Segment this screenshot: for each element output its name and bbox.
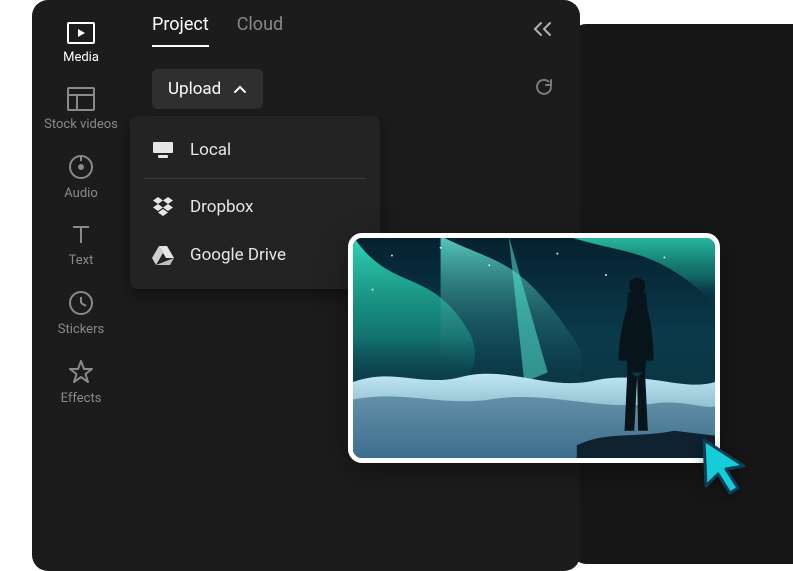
- chevron-up-icon: [233, 84, 247, 94]
- sidebar-item-label: Text: [69, 253, 94, 268]
- media-thumbnail[interactable]: [348, 233, 720, 463]
- upload-option-label: Dropbox: [190, 197, 254, 217]
- sidebar-item-label: Media: [63, 50, 99, 65]
- clock-icon: [68, 290, 94, 316]
- layout-icon: [67, 87, 95, 111]
- sidebar: Media Stock videos: [32, 0, 130, 571]
- collapse-panel-button[interactable]: [528, 16, 558, 46]
- star-icon: [68, 359, 94, 385]
- sidebar-item-label: Audio: [64, 186, 97, 201]
- refresh-icon: [534, 77, 554, 97]
- tab-cloud[interactable]: Cloud: [237, 14, 283, 47]
- monitor-icon: [152, 141, 174, 159]
- tab-project[interactable]: Project: [152, 14, 209, 47]
- upload-option-label: Local: [190, 140, 231, 160]
- cursor-pointer-icon: [698, 436, 752, 496]
- upload-option-dropbox[interactable]: Dropbox: [130, 183, 380, 231]
- upload-button[interactable]: Upload: [152, 69, 263, 109]
- google-drive-icon: [152, 245, 174, 265]
- sidebar-item-label: Stickers: [58, 322, 104, 337]
- tabs: Project Cloud: [152, 14, 283, 47]
- sidebar-item-stickers[interactable]: Stickers: [58, 290, 104, 337]
- text-icon: [69, 223, 93, 247]
- sidebar-item-stock-videos[interactable]: Stock videos: [44, 87, 118, 132]
- sidebar-item-media[interactable]: Media: [63, 22, 99, 65]
- dropbox-icon: [152, 197, 174, 217]
- music-icon: [68, 154, 94, 180]
- media-icon: [67, 22, 95, 44]
- upload-option-google-drive[interactable]: Google Drive: [130, 231, 380, 279]
- sidebar-item-label: Stock videos: [44, 117, 118, 132]
- aurora-image: [353, 238, 715, 458]
- upload-dropdown: Local Dropbox: [130, 116, 380, 289]
- refresh-button[interactable]: [530, 73, 558, 105]
- chevron-double-left-icon: [532, 20, 554, 38]
- sidebar-item-effects[interactable]: Effects: [61, 359, 102, 406]
- upload-option-local[interactable]: Local: [130, 126, 380, 174]
- sidebar-item-audio[interactable]: Audio: [64, 154, 97, 201]
- dropdown-separator: [144, 178, 366, 179]
- sidebar-item-text[interactable]: Text: [69, 223, 94, 268]
- upload-button-label: Upload: [168, 79, 221, 99]
- sidebar-item-label: Effects: [61, 391, 102, 406]
- upload-option-label: Google Drive: [190, 245, 286, 265]
